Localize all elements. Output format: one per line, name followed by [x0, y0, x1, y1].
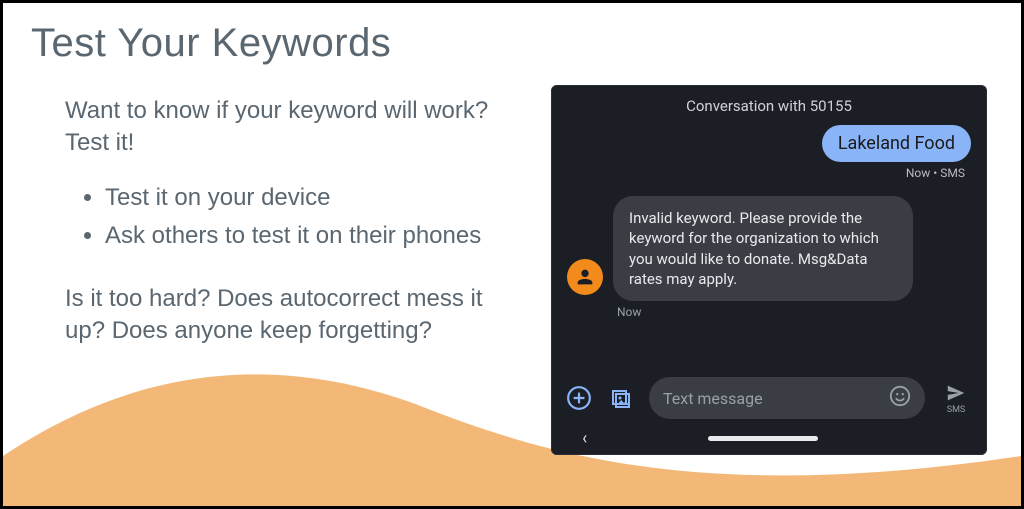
list-item: Ask others to test it on their phones	[105, 220, 495, 252]
compose-bar: Text message SMS	[551, 377, 987, 419]
contact-avatar	[567, 259, 603, 295]
emoji-icon	[889, 385, 911, 407]
closing-text: Is it too hard? Does autocorrect mess it…	[65, 283, 495, 348]
plus-circle-icon	[566, 385, 592, 411]
slide-title: Test Your Keywords	[31, 21, 391, 66]
back-button[interactable]: ‹	[583, 428, 588, 449]
image-icon	[609, 386, 633, 410]
sent-message-row: Lakeland Food	[567, 125, 971, 162]
bullet-list: Test it on your device Ask others to tes…	[65, 182, 495, 253]
send-icon	[945, 382, 967, 404]
phone-screenshot: Conversation with 50155 Lakeland Food No…	[551, 85, 987, 455]
message-input[interactable]: Text message	[649, 377, 925, 419]
received-message-row: Invalid keyword. Please provide the keyw…	[567, 196, 971, 301]
slide: Test Your Keywords Want to know if your …	[0, 0, 1024, 509]
home-pill[interactable]	[708, 436, 818, 441]
messages-area: Lakeland Food Now • SMS Invalid keyword.…	[551, 125, 987, 319]
send-button[interactable]: SMS	[939, 382, 973, 415]
received-message-bubble: Invalid keyword. Please provide the keyw…	[613, 196, 913, 301]
person-icon	[574, 266, 596, 288]
gallery-button[interactable]	[607, 384, 635, 412]
received-message-meta: Now	[617, 305, 971, 319]
slide-body: Want to know if your keyword will work? …	[65, 95, 495, 347]
message-input-placeholder: Text message	[663, 389, 879, 408]
add-attachment-button[interactable]	[565, 384, 593, 412]
intro-text: Want to know if your keyword will work? …	[65, 95, 495, 160]
conversation-header: Conversation with 50155	[551, 85, 987, 125]
emoji-button[interactable]	[889, 385, 911, 411]
sent-message-meta: Now • SMS	[567, 166, 965, 180]
android-navbar: ‹	[551, 421, 987, 455]
sent-message-bubble: Lakeland Food	[822, 125, 971, 162]
send-label: SMS	[947, 405, 966, 415]
list-item: Test it on your device	[105, 182, 495, 214]
